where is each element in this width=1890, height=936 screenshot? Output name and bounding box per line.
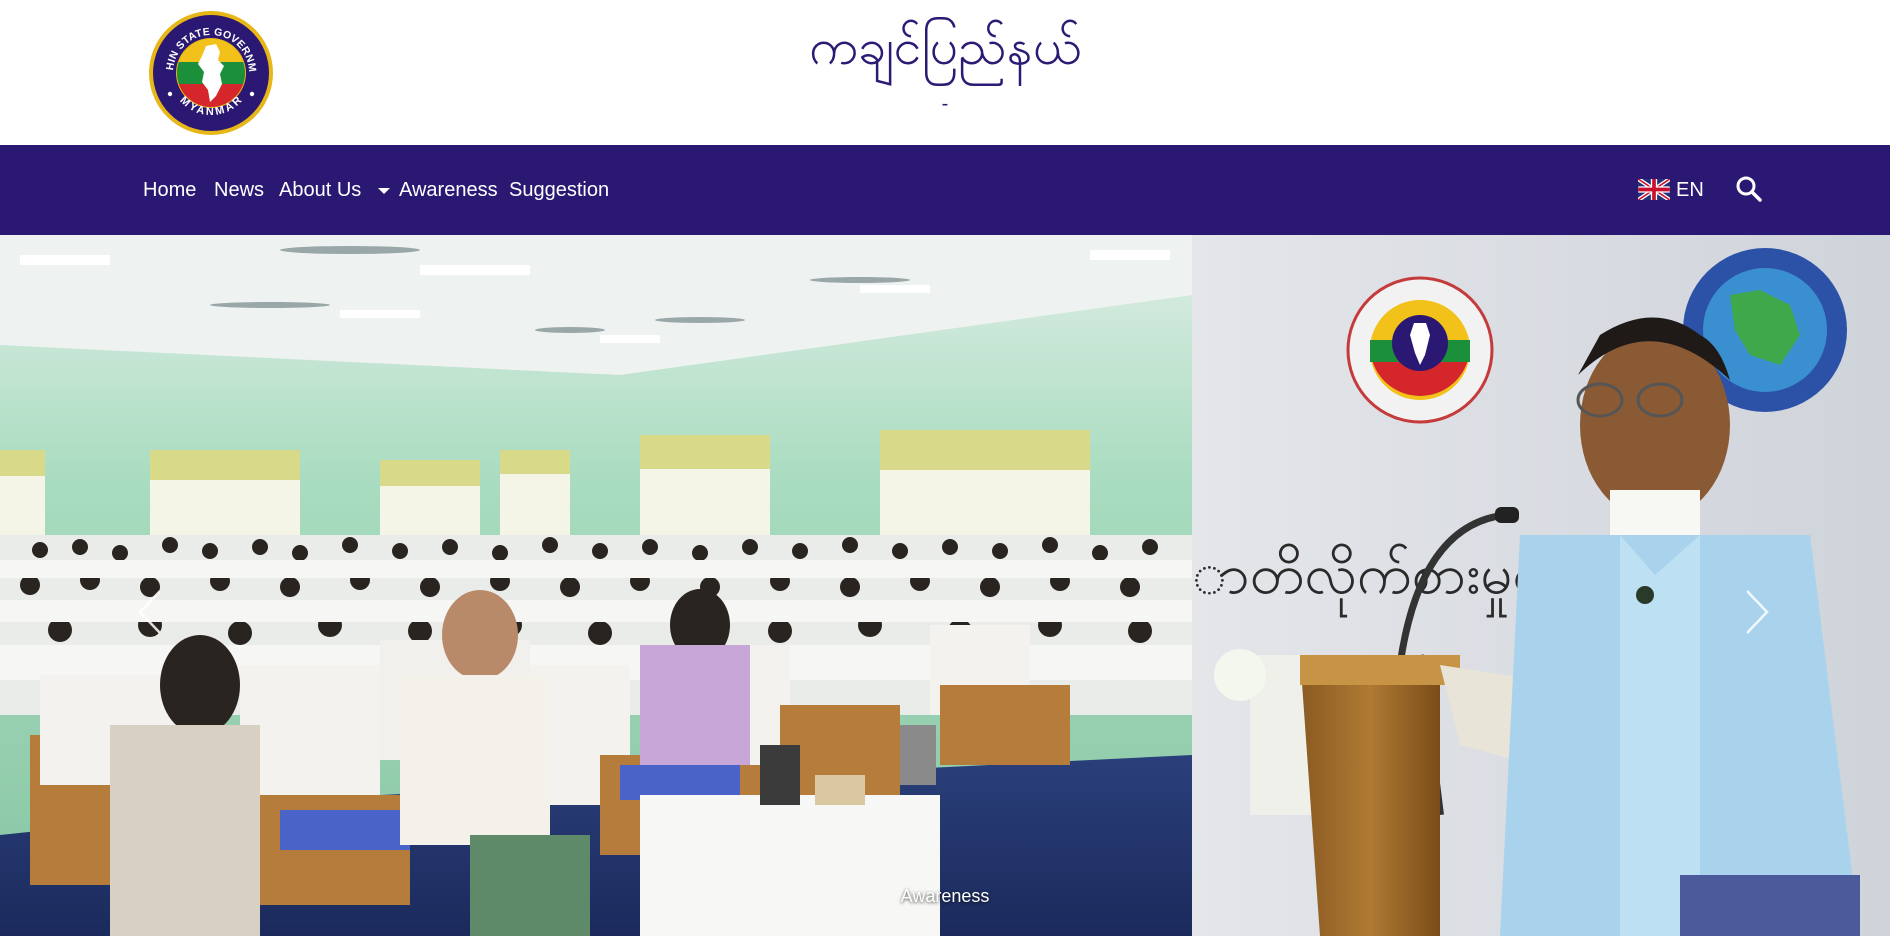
main-navbar: Home News About Us Awareness Suggestion … [0,145,1890,235]
nav-suggestion-link[interactable]: Suggestion [509,175,609,205]
nav-about-us-dropdown[interactable]: About Us [279,175,390,205]
nav-home-link[interactable]: Home [143,175,196,205]
nav-about-us-label: About Us [279,179,362,201]
chevron-right-icon [1746,590,1769,634]
carousel-caption: Awareness [900,886,990,906]
nav-awareness-link[interactable]: Awareness [399,175,498,205]
chevron-left-icon [138,590,161,634]
site-header: KACHIN STATE GOVERNMENT MYANMAR ကချင်ပြည… [0,0,1890,145]
search-icon[interactable] [1735,175,1763,203]
caret-down-icon [378,188,390,194]
carousel-slide-image: ာတိလိုက်စားမှုတိုက်ဖ [0,235,1890,936]
site-subtitle: - [941,93,949,115]
uk-flag-icon [1638,179,1670,200]
hero-carousel: ာတိလိုက်စားမှုတိုက်ဖ Awareness [0,235,1890,936]
carousel-next-button[interactable] [1739,587,1775,637]
site-title: ကချင်ပြည်နယ် [808,18,1082,76]
language-label: EN [1676,179,1704,201]
carousel-prev-button[interactable] [132,587,168,637]
nav-news-link[interactable]: News [214,175,264,205]
